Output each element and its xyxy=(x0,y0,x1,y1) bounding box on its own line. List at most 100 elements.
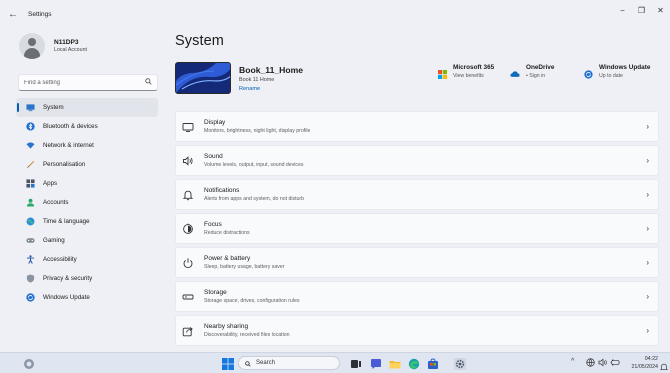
share-icon xyxy=(182,325,194,337)
settings-card-storage[interactable]: Storage Storage space, drives, configura… xyxy=(175,281,659,312)
quick-tile-subtitle: View benefits xyxy=(453,73,484,79)
taskbar: Search ^ 04:22 21/05/2024 xyxy=(0,352,670,373)
main-content: System Book_11_Home Book 11 Home Rename … xyxy=(175,28,659,350)
sidebar-item-system[interactable]: System xyxy=(16,98,158,117)
microsoft-365-tile[interactable]: Microsoft 365 View benefits xyxy=(437,64,494,79)
volume-icon[interactable] xyxy=(598,358,608,369)
monitor-icon xyxy=(26,103,35,112)
sidebar-item-personalisation[interactable]: Personalisation xyxy=(16,155,158,174)
sidebar-item-accounts[interactable]: Accounts xyxy=(16,193,158,212)
windows-update-tile[interactable]: Windows Update Up to date xyxy=(583,64,650,79)
card-title: Focus xyxy=(204,221,222,228)
card-description: Alerts from apps and system, do not dist… xyxy=(204,196,305,202)
tray-overflow-chevron[interactable]: ^ xyxy=(571,358,574,365)
search-icon[interactable] xyxy=(145,78,152,87)
device-model: Book 11 Home xyxy=(239,77,275,83)
sidebar-item-apps[interactable]: Apps xyxy=(16,174,158,193)
close-button[interactable]: ✕ xyxy=(651,0,670,20)
card-title: Notifications xyxy=(204,187,240,194)
settings-gear-icon[interactable] xyxy=(454,357,466,370)
title-bar: ← Settings − ❐ ✕ xyxy=(0,0,670,28)
avatar xyxy=(19,33,45,59)
settings-card-display[interactable]: Display Monitors, brightness, night ligh… xyxy=(175,111,659,142)
sidebar-item-bluetooth-devices[interactable]: Bluetooth & devices xyxy=(16,117,158,136)
restore-button[interactable]: ❐ xyxy=(632,0,651,20)
sidebar-item-privacy-security[interactable]: Privacy & security xyxy=(16,269,158,288)
chevron-right-icon: › xyxy=(646,258,649,267)
card-description: Discoverability, received files location xyxy=(204,332,290,338)
task-view-icon[interactable] xyxy=(350,357,362,369)
shield-icon xyxy=(26,274,35,283)
sidebar-item-gaming[interactable]: Gaming xyxy=(16,231,158,250)
back-button[interactable]: ← xyxy=(2,3,24,25)
window-controls: − ❐ ✕ xyxy=(613,0,670,20)
quick-tile-title: Windows Update xyxy=(599,64,651,71)
storage-icon xyxy=(182,291,194,303)
settings-card-focus[interactable]: Focus Reduce distractions › xyxy=(175,213,659,244)
search-icon xyxy=(245,354,251,372)
sidebar-item-label: Accounts xyxy=(43,199,69,206)
clock-time: 04:22 xyxy=(644,356,658,362)
sidebar-item-label: Personalisation xyxy=(43,161,86,168)
sidebar-item-label: Accessibility xyxy=(43,256,77,263)
edge-browser-icon[interactable] xyxy=(408,357,420,370)
profile-card[interactable]: N11DP3 Local Account xyxy=(0,28,164,62)
chevron-right-icon: › xyxy=(646,122,649,131)
quick-tile-subtitle: • Sign in xyxy=(526,73,546,79)
sidebar-item-label: System xyxy=(43,104,64,111)
profile-name: N11DP3 xyxy=(54,39,79,46)
search-box[interactable] xyxy=(18,74,158,91)
minimize-button[interactable]: − xyxy=(613,0,632,20)
sidebar-item-accessibility[interactable]: Accessibility xyxy=(16,250,158,269)
card-title: Power & battery xyxy=(204,255,251,262)
device-info: Book_11_Home Book 11 Home Rename Microso… xyxy=(175,62,659,96)
settings-card-sound[interactable]: Sound Volume levels, output, input, soun… xyxy=(175,145,659,176)
card-title: Sound xyxy=(204,153,223,160)
update-icon xyxy=(26,293,35,302)
widgets-icon[interactable] xyxy=(23,357,35,369)
settings-card-nearby-sharing[interactable]: Nearby sharing Discoverability, received… xyxy=(175,315,659,346)
sidebar-item-label: Windows Update xyxy=(43,294,90,301)
speaker-icon xyxy=(182,155,194,167)
chat-icon[interactable] xyxy=(370,357,382,369)
sidebar-item-time-language[interactable]: Time & language xyxy=(16,212,158,231)
bell-icon xyxy=(182,189,194,201)
quick-tile-title: OneDrive xyxy=(526,64,555,71)
taskbar-search[interactable]: Search xyxy=(238,356,340,370)
card-description: Sleep, battery usage, battery saver xyxy=(204,264,285,270)
display-icon xyxy=(182,121,194,133)
settings-list: Display Monitors, brightness, night ligh… xyxy=(175,111,659,349)
settings-card-notifications[interactable]: Notifications Alerts from apps and syste… xyxy=(175,179,659,210)
notification-bell-icon[interactable] xyxy=(659,358,669,370)
profile-account-type: Local Account xyxy=(54,47,87,53)
battery-icon[interactable] xyxy=(610,358,620,369)
quick-tile-title: Microsoft 365 xyxy=(453,64,495,71)
chevron-right-icon: › xyxy=(646,326,649,335)
sidebar-item-network-internet[interactable]: Network & internet xyxy=(16,136,158,155)
sidebar-item-label: Network & internet xyxy=(43,142,94,149)
rename-link[interactable]: Rename xyxy=(239,86,260,92)
sidebar-nav: System Bluetooth & devices Network & int… xyxy=(0,98,164,307)
search-input[interactable] xyxy=(24,79,145,86)
onedrive-tile[interactable]: OneDrive • Sign in xyxy=(510,64,554,79)
windows-start-icon[interactable] xyxy=(222,357,234,370)
globe-icon[interactable] xyxy=(586,358,595,369)
device-name: Book_11_Home xyxy=(239,65,304,75)
store-icon[interactable] xyxy=(427,357,439,369)
card-description: Monitors, brightness, night light, displ… xyxy=(204,128,311,134)
taskbar-search-label: Search xyxy=(256,360,276,366)
file-explorer-icon[interactable] xyxy=(389,357,401,369)
sidebar-item-label: Apps xyxy=(43,180,58,187)
power-icon xyxy=(182,257,194,269)
microsoft-logo-icon xyxy=(437,69,447,79)
card-description: Volume levels, output, input, sound devi… xyxy=(204,162,304,168)
card-title: Storage xyxy=(204,289,227,296)
quick-tile-subtitle: Up to date xyxy=(599,73,623,79)
clock[interactable]: 04:22 21/05/2024 xyxy=(631,355,658,371)
settings-card-power-battery[interactable]: Power & battery Sleep, battery usage, ba… xyxy=(175,247,659,278)
update-icon xyxy=(583,69,593,79)
gamepad-icon xyxy=(26,236,35,245)
app-title: Settings xyxy=(28,10,52,18)
card-description: Storage space, drives, configuration rul… xyxy=(204,298,300,304)
sidebar-item-windows-update[interactable]: Windows Update xyxy=(16,288,158,307)
